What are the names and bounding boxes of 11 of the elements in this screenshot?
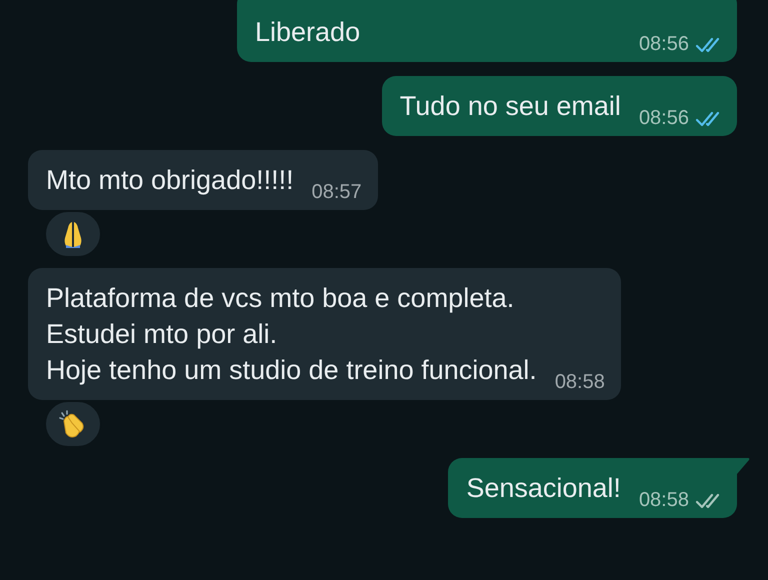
message-text: Sensacional! xyxy=(466,472,621,505)
message-time: 08:56 xyxy=(638,33,689,56)
message-time: 08:56 xyxy=(638,107,689,130)
message-text: Plataforma de vcs mto boa e completa. Estudei mto por ali. Hoje tenho um studio de treino funcional. xyxy=(46,282,537,387)
message-text: Liberado xyxy=(255,16,360,49)
message-text: Mto mto obrigado!!!!! xyxy=(46,164,294,197)
message-time: 08:58 xyxy=(554,371,605,394)
message-time: 08:58 xyxy=(638,489,689,512)
message-text: Tudo no seu email xyxy=(400,90,621,123)
double-check-icon xyxy=(695,492,721,510)
message-time: 08:57 xyxy=(312,181,362,204)
